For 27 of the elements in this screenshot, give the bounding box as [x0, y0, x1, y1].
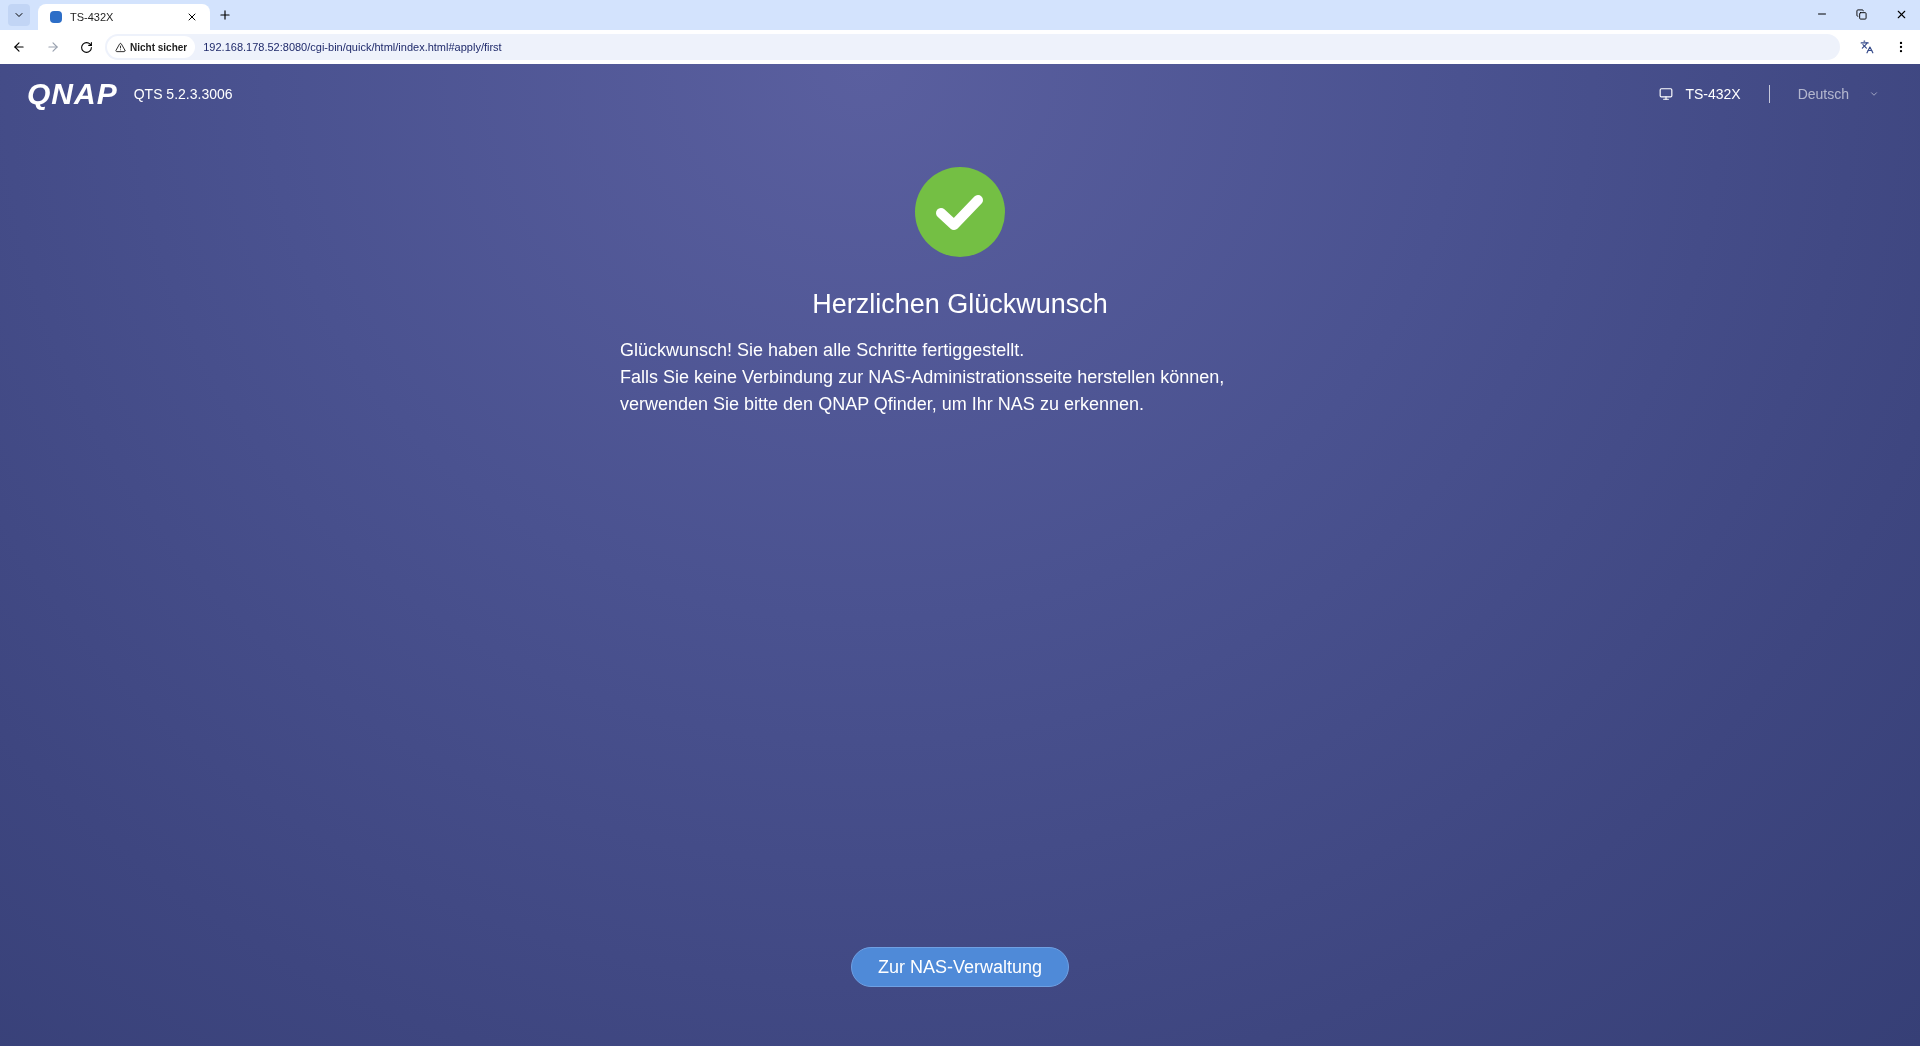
restore-icon[interactable]	[1856, 9, 1867, 20]
translate-icon[interactable]	[1860, 40, 1874, 54]
logo: QNAP	[27, 79, 118, 109]
message-text: Glückwunsch! Sie haben alle Schritte fertiggestellt.	[620, 338, 1026, 362]
device-icon	[1659, 87, 1674, 101]
message-text: verwenden Sie bitte den QNAP Qfinder, um Ihr NAS zu erkennen.	[620, 392, 1145, 416]
language-dropdown[interactable]: Deutsch	[1797, 83, 1879, 105]
address-bar[interactable]: Nicht sicher 192.168.178.52:8080/cgi-bin/quick/html/index.html#apply/first	[105, 34, 1840, 60]
url-text: 192.168.178.52:8080/cgi-bin/quick/html/index.html#apply/first	[203, 39, 502, 55]
close-icon[interactable]	[186, 11, 198, 23]
message-text: Falls Sie keine Verbindung zur NAS-Administrationsseite herstellen können,	[620, 365, 1226, 389]
new-tab-icon[interactable]	[218, 8, 232, 22]
security-chip[interactable]: Nicht sicher	[107, 36, 196, 58]
page-title: Herzlichen Glückwunsch	[812, 288, 1108, 321]
warning-icon	[115, 41, 126, 53]
browser-tab[interactable]: TS-432X	[38, 4, 210, 30]
success-check-icon	[915, 167, 1005, 257]
version-text: QTS 5.2.3.3006	[133, 84, 233, 104]
tab-title: TS-432X	[70, 9, 115, 25]
nas-management-button[interactable]: Zur NAS-Verwaltung	[851, 947, 1069, 987]
tab-list-button[interactable]	[8, 4, 30, 26]
back-icon[interactable]	[12, 40, 26, 54]
reload-icon[interactable]	[80, 40, 93, 54]
caret-icon	[1869, 89, 1879, 99]
favicon-icon	[50, 11, 62, 23]
close-window-icon[interactable]	[1895, 8, 1908, 21]
device-name: TS-432X	[1685, 84, 1741, 104]
